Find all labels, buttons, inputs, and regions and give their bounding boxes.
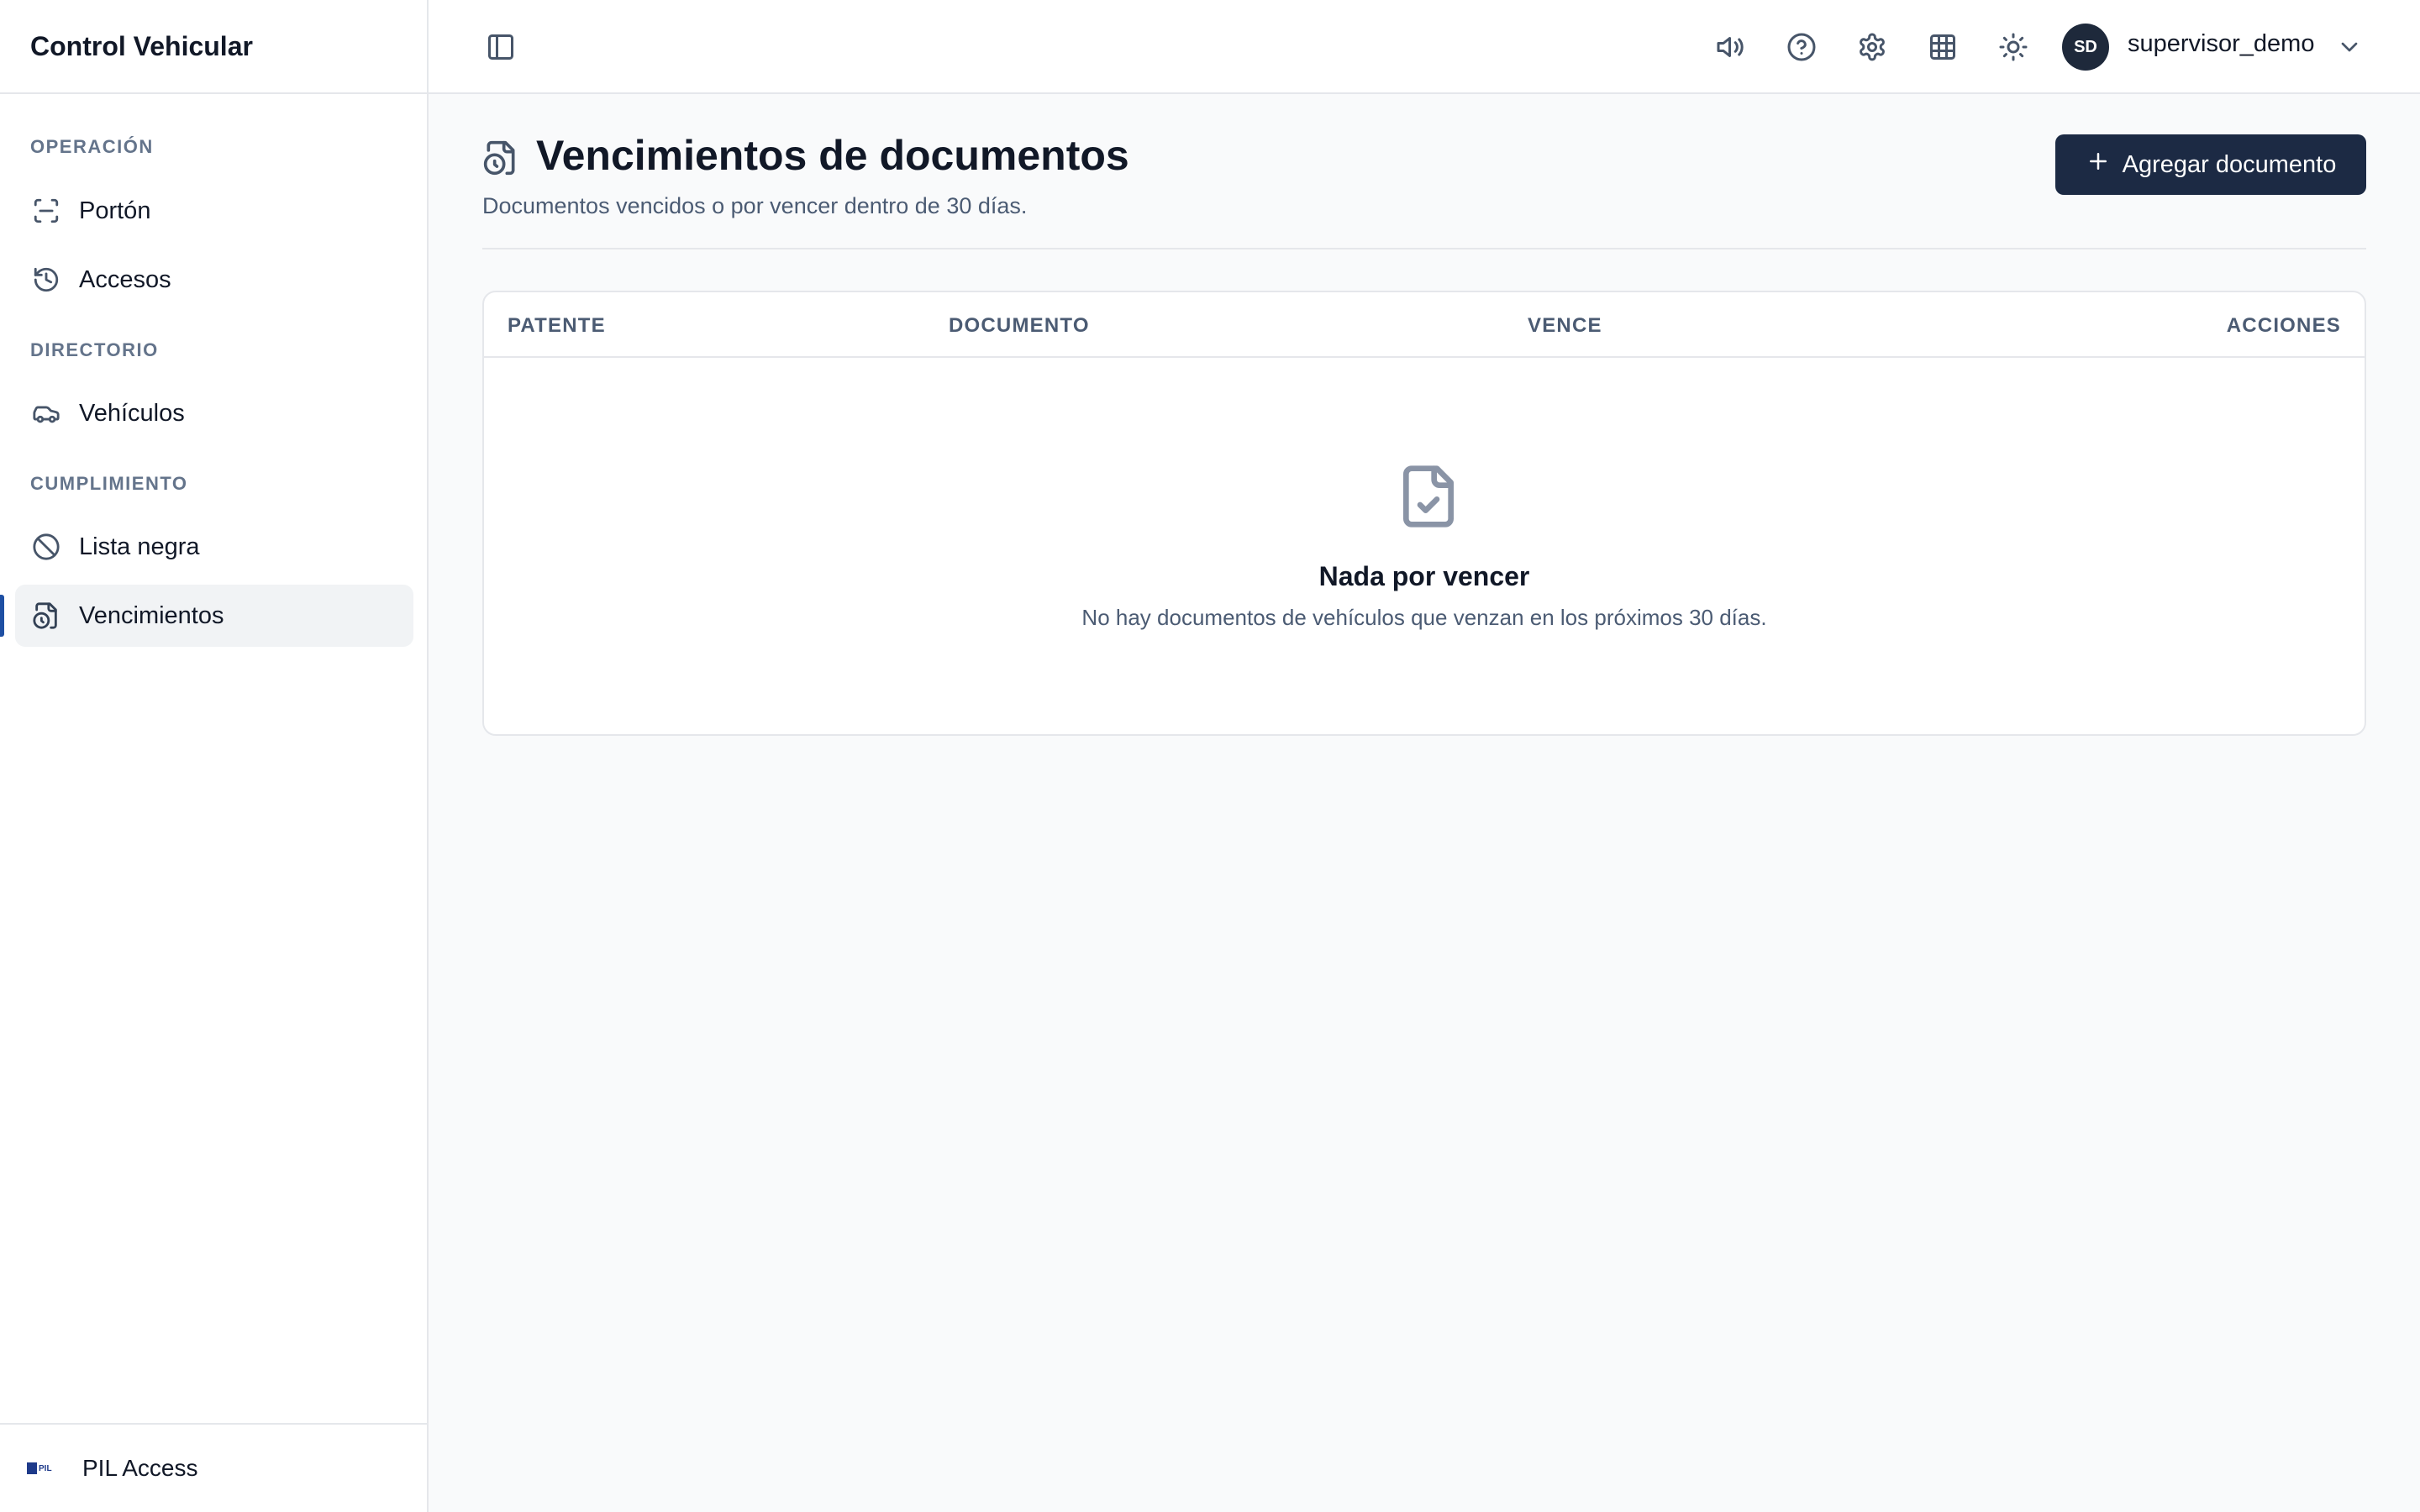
page-subtitle: Documentos vencidos o por vencer dentro …: [482, 193, 1028, 218]
column-header-documento[interactable]: DOCUMENTO: [949, 314, 1090, 338]
sidebar-item-label: Portón: [79, 197, 151, 224]
sidebar-item-accesos[interactable]: Accesos: [15, 249, 413, 311]
empty-state-message: No hay documentos de vehículos que venza…: [1081, 605, 1767, 630]
sidebar-item-porton[interactable]: Portón: [15, 180, 413, 242]
column-header-acciones: ACCIONES: [2226, 314, 2341, 337]
page-title: Vencimientos de documentos: [536, 132, 1129, 179]
sidebar-item-vencimientos[interactable]: Vencimientos: [15, 585, 413, 647]
active-indicator: [0, 595, 4, 637]
column-header-vence[interactable]: VENCE: [1528, 314, 1602, 338]
topbar: SD supervisor_demo: [429, 0, 2420, 94]
sun-icon[interactable]: [1995, 29, 2032, 66]
sidebar-item-label: Vencimientos: [79, 601, 224, 629]
plus-icon: [2086, 149, 2111, 181]
sidebar-toggle-icon[interactable]: [482, 29, 519, 66]
divider: [482, 248, 2366, 249]
sidebar-item-label: Accesos: [79, 265, 171, 293]
main-content: SD supervisor_demo Vencimientos de docum…: [429, 0, 2420, 1512]
sidebar-item-label: Lista negra: [79, 533, 200, 560]
documents-table: PATENTE DOCUMENTO VENCE ACCIONES Nada po…: [482, 291, 2366, 736]
column-header-patente[interactable]: PATENTE: [508, 314, 606, 338]
file-clock-icon: [482, 139, 519, 176]
file-clock-icon: [30, 600, 62, 632]
section-label-directorio: DIRECTORIO: [30, 339, 159, 360]
section-label-operacion: OPERACIÓN: [30, 136, 154, 157]
empty-state-title: Nada por vencer: [1318, 561, 1530, 591]
sidebar-item-label: Vehículos: [79, 399, 185, 427]
add-document-button[interactable]: Agregar documento: [2055, 134, 2366, 195]
speaker-icon[interactable]: [1712, 29, 1749, 66]
history-icon: [30, 264, 62, 296]
help-icon[interactable]: [1783, 29, 1820, 66]
pil-logo: PIL: [27, 1461, 57, 1476]
app-title: Control Vehicular: [0, 0, 427, 94]
scan-icon: [30, 195, 62, 227]
sidebar-item-lista-negra[interactable]: Lista negra: [15, 516, 413, 578]
section-label-cumplimiento: CUMPLIMIENTO: [30, 473, 188, 494]
sidebar-footer[interactable]: PIL PIL Access: [0, 1423, 427, 1512]
footer-label: PIL Access: [82, 1455, 198, 1481]
ban-icon: [30, 531, 62, 563]
table-header: PATENTE DOCUMENTO VENCE ACCIONES: [484, 292, 2365, 358]
app-shell: Control Vehicular OPERACIÓN Portón Acces…: [0, 0, 2420, 1512]
sidebar-item-vehiculos[interactable]: Vehículos: [15, 382, 413, 444]
settings-icon[interactable]: [1854, 29, 1891, 66]
car-icon: [30, 397, 62, 429]
sidebar: Control Vehicular OPERACIÓN Portón Acces…: [0, 0, 429, 1512]
grid-icon[interactable]: [1924, 29, 1961, 66]
file-check-icon: [1395, 459, 1462, 534]
chevron-down-icon[interactable]: [2336, 34, 2363, 60]
avatar[interactable]: SD: [2062, 24, 2109, 71]
add-document-label: Agregar documento: [2122, 150, 2337, 178]
username[interactable]: supervisor_demo: [2128, 30, 2314, 58]
empty-state: Nada por vencer No hay documentos de veh…: [484, 360, 2365, 734]
